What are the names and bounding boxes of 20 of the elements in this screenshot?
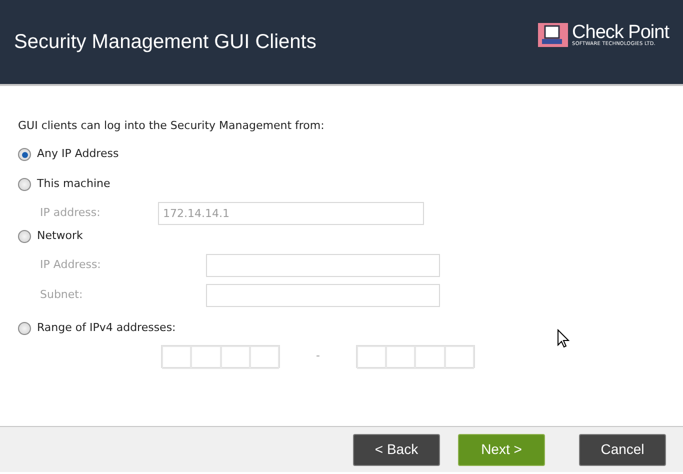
logo-icon [538,23,568,47]
radio-label[interactable]: Any IP Address [37,146,119,163]
radio-button[interactable] [18,178,31,191]
wizard-button[interactable]: Cancel [579,434,666,466]
wizard-button[interactable]: < Back [353,434,440,466]
radio-label[interactable]: Network [37,228,83,245]
cursor-icon [557,329,570,348]
radio-button[interactable] [18,230,31,243]
field-label: IP Address: [40,257,102,274]
radio-label[interactable]: This machine [37,176,110,193]
logo-name: Check Point [572,23,669,42]
field-label: IP address: [40,205,102,222]
range-separator: - [316,348,320,364]
prompt-text: GUI clients can log into the Security Management from: [18,118,326,134]
ip-address-field[interactable] [356,344,475,368]
dialog-title: Security Management GUI Clients [14,30,316,55]
ip-address-field[interactable] [161,344,280,368]
radio-button[interactable] [18,148,31,161]
wizard-button[interactable]: Next > [458,434,545,466]
field-label: Subnet: [40,287,84,304]
